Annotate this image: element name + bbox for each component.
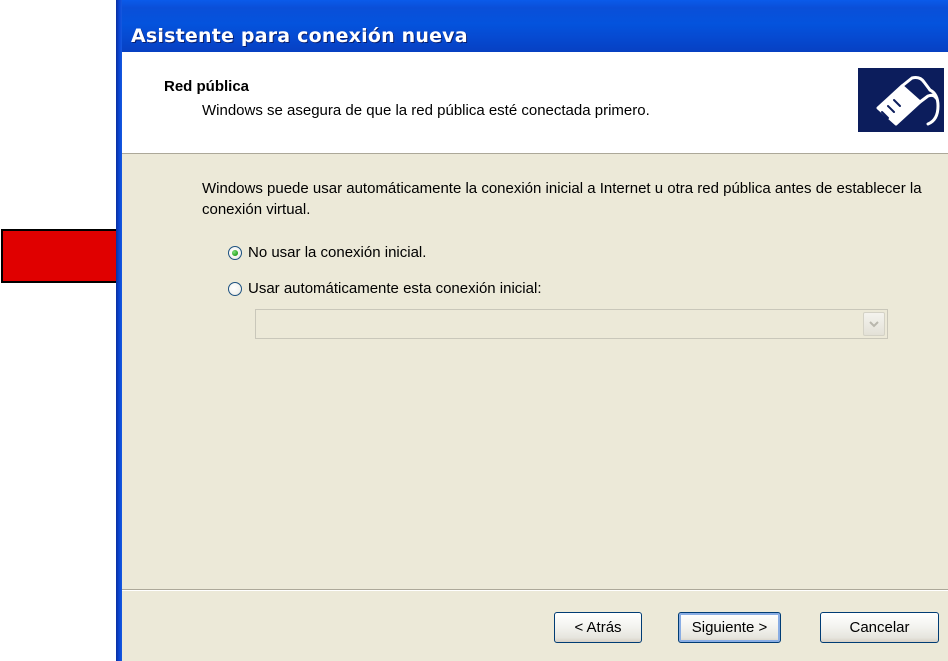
option-auto-initial-connection[interactable]: Usar automáticamente esta conexión inici… [228, 280, 541, 297]
window-title: Asistente para conexión nueva [131, 25, 468, 47]
wizard-header: Red pública Windows se asegura de que la… [122, 52, 948, 154]
back-button[interactable]: < Atrás [554, 612, 642, 643]
radio-selected-icon[interactable] [228, 245, 242, 260]
description-text: Windows puede usar automáticamente la co… [202, 180, 922, 218]
footer-divider [122, 589, 948, 591]
option-no-initial-connection[interactable]: No usar la conexión inicial. [228, 244, 426, 261]
option-label: Usar automáticamente esta conexión inici… [248, 280, 542, 297]
title-bar[interactable]: Asistente para conexión nueva [116, 0, 948, 52]
radio-unselected-icon[interactable] [228, 281, 242, 296]
screenshot: Asistente para conexión nueva Red públic… [0, 0, 948, 661]
initial-connection-select[interactable] [255, 309, 888, 339]
header-title: Red pública [164, 78, 250, 95]
network-cable-icon [858, 68, 944, 132]
next-button[interactable]: Siguiente > [678, 612, 781, 643]
header-subtitle: Windows se asegura de que la red pública… [202, 102, 650, 119]
option-label: No usar la conexión inicial. [248, 244, 427, 261]
cancel-button[interactable]: Cancelar [820, 612, 939, 643]
chevron-down-icon[interactable] [863, 312, 885, 336]
wizard-window: Asistente para conexión nueva Red públic… [116, 0, 948, 661]
